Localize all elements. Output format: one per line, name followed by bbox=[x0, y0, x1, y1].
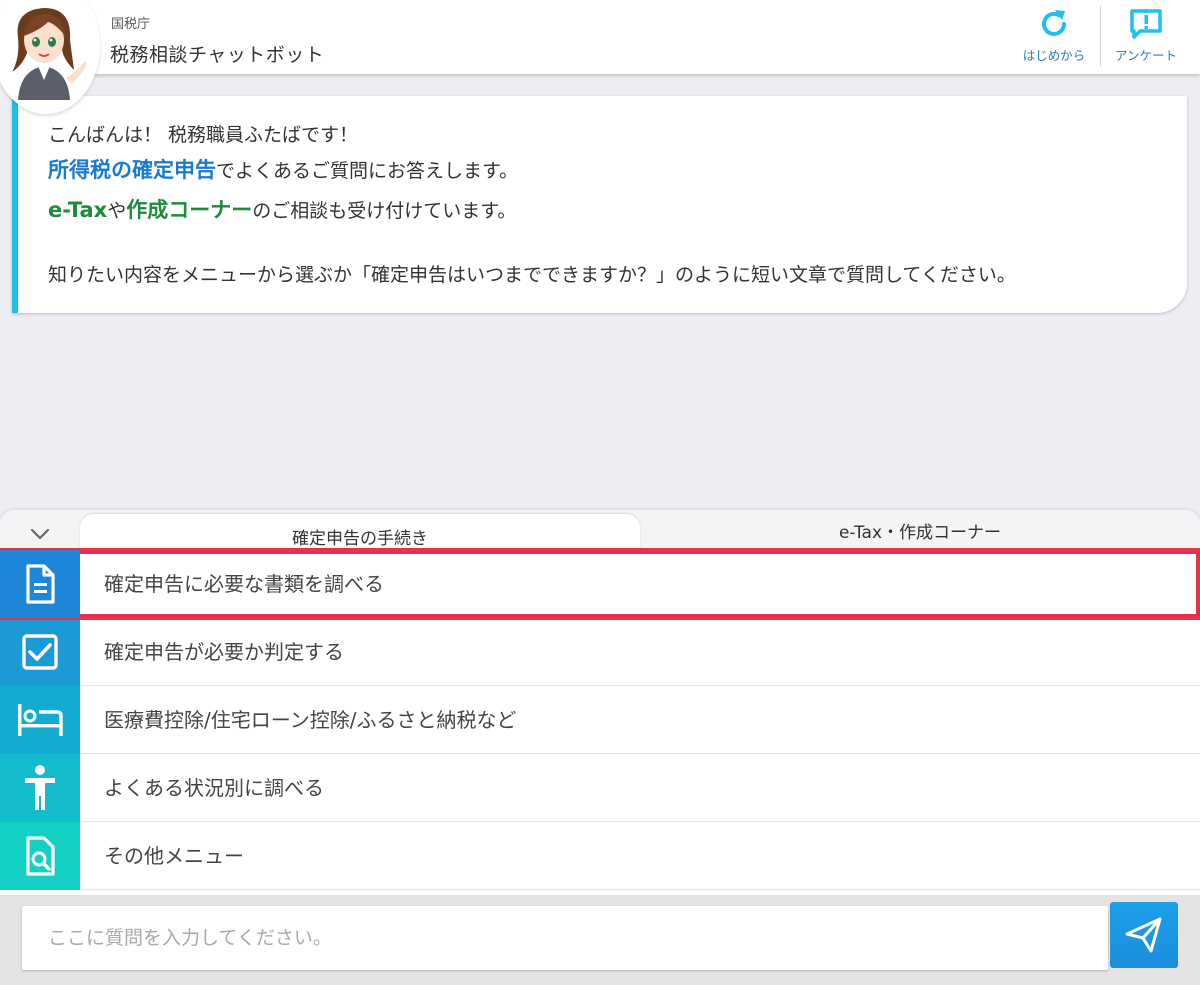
document-search-icon bbox=[0, 822, 80, 890]
greeting-text: や bbox=[107, 200, 127, 222]
menu-item-label: 医療費控除/住宅ローン控除/ふるさと納税など bbox=[104, 708, 517, 732]
tab-filing-procedure[interactable]: 確定申告の手続き bbox=[80, 514, 640, 550]
menu-item-other[interactable]: その他メニュー bbox=[0, 822, 1200, 890]
menu-item-label: 確定申告が必要か判定する bbox=[104, 640, 344, 664]
chatbot-app: 国税庁 税務相談チャットボット はじめから アンケート こんばんは！ 税務職員ふ… bbox=[0, 0, 1200, 985]
chevron-down-icon bbox=[30, 528, 50, 540]
paper-plane-icon bbox=[1125, 917, 1162, 953]
menu-item-filing-check[interactable]: 確定申告が必要か判定する bbox=[0, 618, 1200, 686]
agency-name: 国税庁 bbox=[111, 17, 151, 32]
header: 国税庁 税務相談チャットボット はじめから アンケート bbox=[0, 0, 1200, 114]
income-tax-highlight: 所得税の確定申告 bbox=[48, 158, 216, 182]
send-button[interactable] bbox=[1110, 902, 1178, 968]
menu-item-label: その他メニュー bbox=[104, 844, 244, 868]
greeting-line: e-Taxや作成コーナーのご相談も受け付けています。 bbox=[48, 190, 1187, 230]
menu-item-label: 確定申告に必要な書類を調べる bbox=[104, 572, 384, 596]
checkbox-icon bbox=[0, 618, 80, 686]
feedback-icon bbox=[1128, 8, 1164, 40]
menu-panel: 確定申告の手続き e-Tax・作成コーナー 確定申告に必要な書類を調べる 確定申… bbox=[0, 510, 1200, 895]
greeting-text: のご相談も受け付けています。 bbox=[252, 200, 517, 222]
greeting-line: 所得税の確定申告でよくあるご質問にお答えします。 bbox=[48, 150, 1187, 190]
refresh-icon bbox=[1037, 8, 1071, 40]
tab-etax-creation-corner[interactable]: e-Tax・作成コーナー bbox=[640, 510, 1200, 550]
menu-tabs: 確定申告の手続き e-Tax・作成コーナー bbox=[0, 510, 1200, 550]
greeting-instruction: 知りたい内容をメニューから選ぶか「確定申告はいつまでできますか？」のように短い文… bbox=[48, 264, 1016, 286]
greeting-message: こんばんは！ 税務職員ふたばです！ 所得税の確定申告でよくあるご質問にお答えしま… bbox=[12, 96, 1187, 313]
menu-item-required-documents[interactable]: 確定申告に必要な書類を調べる bbox=[0, 548, 1200, 620]
header-divider bbox=[1100, 6, 1101, 66]
assistant-avatar-illustration bbox=[12, 8, 87, 100]
menu-list: 確定申告に必要な書類を調べる 確定申告が必要か判定する 医療費控除/住宅ローン控… bbox=[0, 548, 1200, 890]
survey-button[interactable]: アンケート bbox=[1104, 0, 1188, 74]
menu-item-deductions[interactable]: 医療費控除/住宅ローン控除/ふるさと納税など bbox=[0, 686, 1200, 754]
collapse-menu-button[interactable] bbox=[20, 520, 60, 548]
greeting-line: こんばんは！ 税務職員ふたばです！ bbox=[48, 124, 359, 146]
menu-item-label: よくある状況別に調べる bbox=[104, 776, 324, 800]
page-title: 税務相談チャットボット bbox=[110, 44, 325, 66]
creation-corner-highlight: 作成コーナー bbox=[126, 198, 253, 222]
greeting-text: でよくあるご質問にお答えします。 bbox=[216, 160, 519, 182]
restart-button[interactable]: はじめから bbox=[1012, 0, 1096, 74]
survey-label: アンケート bbox=[1114, 48, 1177, 63]
restart-label: はじめから bbox=[1022, 48, 1086, 63]
person-icon bbox=[0, 754, 80, 822]
menu-item-by-situation[interactable]: よくある状況別に調べる bbox=[0, 754, 1200, 822]
avatar bbox=[0, 0, 100, 114]
input-bar bbox=[0, 895, 1200, 985]
question-input[interactable] bbox=[22, 906, 1108, 970]
bed-icon bbox=[0, 686, 80, 754]
etax-highlight: e-Tax bbox=[48, 198, 108, 222]
document-icon bbox=[0, 550, 80, 618]
